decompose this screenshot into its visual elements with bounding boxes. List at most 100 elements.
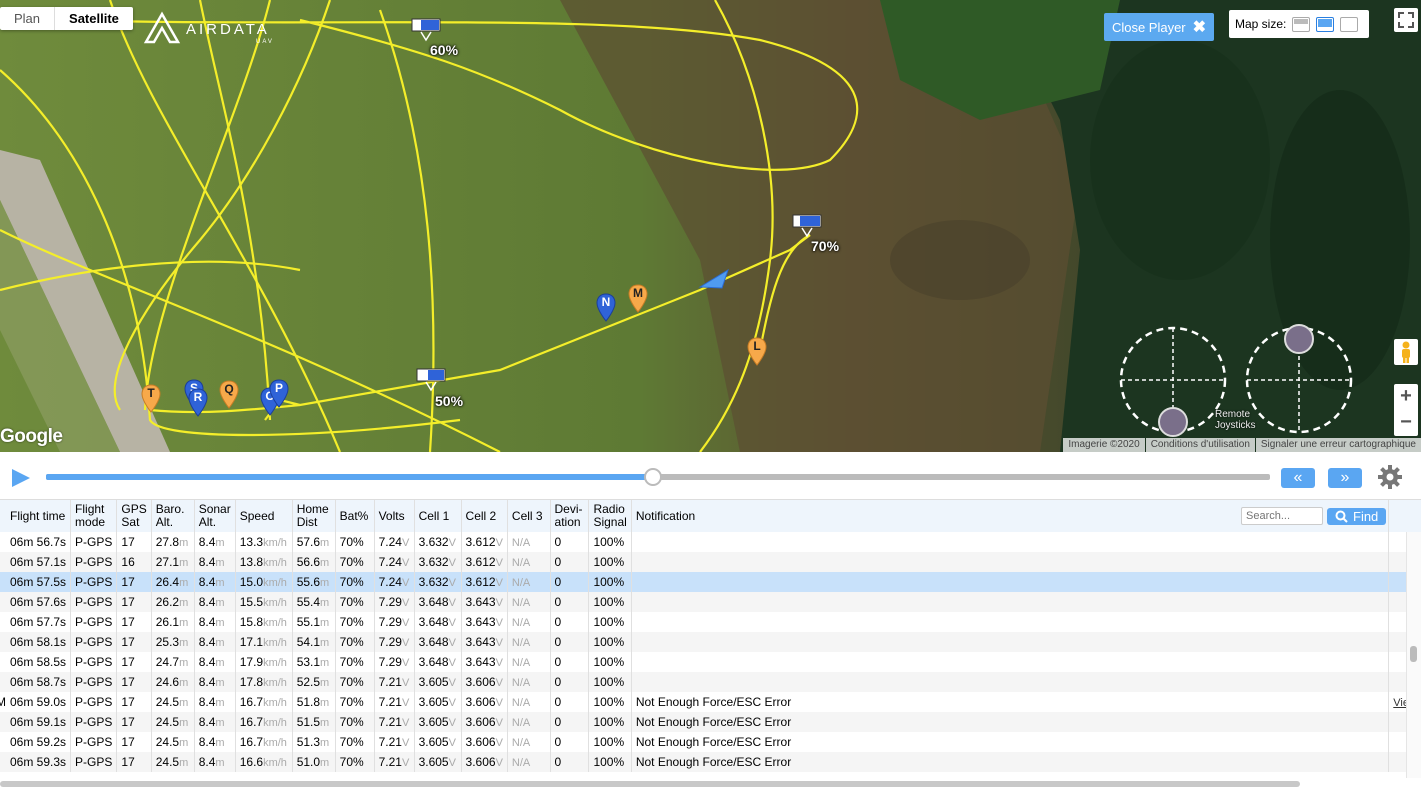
map-size-small-icon[interactable]	[1292, 16, 1311, 32]
cell-baro-alt: 27.8m	[151, 532, 195, 552]
play-icon[interactable]	[10, 467, 32, 489]
col-flight-mode[interactable]: Flight mode	[70, 500, 118, 532]
cell-baro-alt: 26.2m	[151, 592, 195, 612]
col-notification[interactable]: Notification Find	[631, 500, 1390, 532]
find-button[interactable]: Find	[1327, 507, 1387, 525]
zoom-out-button[interactable]: −	[1394, 410, 1418, 436]
close-player-button[interactable]: Close Player ✖	[1104, 13, 1214, 41]
battery-icon	[792, 214, 822, 238]
na-value: N/A	[511, 697, 531, 709]
col-speed[interactable]: Speed	[235, 500, 293, 532]
table-row[interactable]: 06m 59.3s P-GPS 17 24.5m 8.4m 16.6km/h 51.0m 70…	[0, 752, 1421, 772]
unit-label: m	[215, 617, 225, 629]
cell-cell3: N/A	[507, 752, 551, 772]
cell-sonar-alt: 8.4m	[194, 752, 236, 772]
cell-cell1: 3.632V	[414, 532, 462, 552]
cell-volts: 7.24V	[374, 552, 415, 572]
col-cell3[interactable]: Cell 3	[507, 500, 551, 532]
cell-bat: 70%	[335, 752, 375, 772]
table-row[interactable]: 06m 57.1s P-GPS 16 27.1m 8.4m 13.8km/h 56.6m 70…	[0, 552, 1421, 572]
terms-link[interactable]: Conditions d'utilisation	[1145, 438, 1255, 452]
horizontal-scrollbar[interactable]	[0, 781, 1300, 787]
col-cell2[interactable]: Cell 2	[461, 500, 508, 532]
map-size-medium-icon[interactable]	[1316, 16, 1335, 32]
cell-deviation: 0	[550, 572, 590, 592]
cell-value: 7.21	[378, 675, 402, 689]
col-flight-time[interactable]: Flight time	[0, 500, 72, 532]
cell-flight-time: 06m 57.6s	[0, 592, 72, 612]
street-view-button[interactable]	[1394, 339, 1418, 365]
table-row[interactable]: 06m 56.7s P-GPS 17 27.8m 8.4m 13.3km/h 57.6m 70…	[0, 532, 1421, 552]
col-volts[interactable]: Volts	[374, 500, 415, 532]
waypoint-marker-r[interactable]: R	[188, 388, 208, 423]
waypoint-marker-t[interactable]: T	[141, 384, 161, 419]
satellite-map[interactable]: Plan Satellite AIRDATA UAV Close Player …	[0, 0, 1421, 452]
waypoint-marker-q[interactable]: Q	[219, 380, 239, 415]
row-marker-prefix: M	[0, 695, 6, 709]
unit-label: km/h	[263, 657, 287, 669]
zoom-in-button[interactable]: +	[1394, 384, 1418, 410]
waypoint-marker-l[interactable]: L	[747, 337, 767, 372]
table-row[interactable]: 06m 59.2s P-GPS 17 24.5m 8.4m 16.7km/h 51.3m 70…	[0, 732, 1421, 752]
cell-cell2: 3.606V	[461, 732, 508, 752]
cell-cell1: 3.648V	[414, 632, 462, 652]
battery-label: 70%	[811, 238, 840, 254]
cell-value: 8.4	[198, 635, 216, 649]
cell-flight-time: 06m 59.2s	[0, 732, 72, 752]
gear-icon[interactable]	[1377, 464, 1403, 490]
waypoint-marker-p[interactable]: P	[269, 379, 289, 414]
waypoint-marker-m[interactable]: M	[628, 284, 648, 319]
tab-plan[interactable]: Plan	[0, 7, 54, 30]
cell-value: 70%	[339, 695, 364, 709]
table-row[interactable]: 06m 58.7s P-GPS 17 24.6m 8.4m 17.8km/h 52.5m 70…	[0, 672, 1421, 692]
table-row[interactable]: M 06m 59.0s P-GPS 17 24.5m 8.4m 16.7km/h 51.8m 7…	[0, 692, 1421, 712]
col-cell1[interactable]: Cell 1	[414, 500, 462, 532]
unit-label: m	[179, 737, 189, 749]
table-row[interactable]: 06m 58.1s P-GPS 17 25.3m 8.4m 17.1km/h 54.1m 70…	[0, 632, 1421, 652]
cell-cell1: 3.605V	[414, 752, 462, 772]
cell-value: 7.29	[378, 595, 402, 609]
cell-cell3: N/A	[507, 572, 551, 592]
col-baro-alt[interactable]: Baro. Alt.	[151, 500, 195, 532]
table-row[interactable]: 06m 59.1s P-GPS 17 24.5m 8.4m 16.7km/h 51.5m 70…	[0, 712, 1421, 732]
vertical-scrollbar[interactable]	[1410, 646, 1417, 662]
cell-value: 3.606	[465, 715, 496, 729]
col-sonar-alt[interactable]: Sonar Alt.	[194, 500, 236, 532]
waypoint-marker-n[interactable]: N	[596, 293, 616, 328]
zoom-control: + −	[1394, 384, 1418, 436]
cell-value: 55.1	[296, 615, 321, 629]
cell-value: 13.8	[239, 555, 264, 569]
col-home-dist[interactable]: Home Dist	[292, 500, 336, 532]
cell-home-dist: 54.1m	[292, 632, 336, 652]
col-radio-signal[interactable]: Radio Signal	[588, 500, 632, 532]
cell-value: 8.4	[198, 695, 216, 709]
map-size-large-icon[interactable]	[1340, 16, 1359, 32]
timeline-handle[interactable]	[643, 468, 662, 486]
tab-satellite[interactable]: Satellite	[54, 7, 133, 30]
table-row[interactable]: 06m 57.5s P-GPS 17 26.4m 8.4m 15.0km/h 55.6m 70…	[0, 572, 1421, 592]
cell-baro-alt: 24.5m	[151, 712, 195, 732]
cell-notification: Not Enough Force/ESC Error	[631, 712, 1390, 732]
timeline-slider[interactable]	[46, 468, 1270, 486]
cell-baro-alt: 26.4m	[151, 572, 195, 592]
table-row[interactable]: 06m 57.6s P-GPS 17 26.2m 8.4m 15.5km/h 55.4m 70…	[0, 592, 1421, 612]
rewind-button[interactable]: «	[1281, 468, 1315, 488]
table-row[interactable]: 06m 57.7s P-GPS 17 26.1m 8.4m 15.8km/h 55.1m 70…	[0, 612, 1421, 632]
unit-label: m	[179, 717, 189, 729]
table-row[interactable]: 06m 58.5s P-GPS 17 24.7m 8.4m 17.9km/h 53.1m 70…	[0, 652, 1421, 672]
fullscreen-button[interactable]	[1394, 8, 1418, 32]
na-value: N/A	[511, 657, 531, 669]
cell-value: 15.0	[239, 575, 264, 589]
unit-label: V	[448, 757, 456, 769]
search-input[interactable]	[1241, 507, 1323, 525]
cell-sonar-alt: 8.4m	[194, 732, 236, 752]
col-deviation[interactable]: Devi-ation	[550, 500, 590, 532]
col-bat[interactable]: Bat%	[335, 500, 375, 532]
unit-label: V	[448, 737, 456, 749]
report-error-link[interactable]: Signaler une erreur cartographique	[1255, 438, 1421, 452]
cell-value: 8.4	[198, 735, 216, 749]
cell-speed: 15.0km/h	[235, 572, 293, 592]
unit-label: m	[215, 597, 225, 609]
col-gps-sat[interactable]: GPS Sat	[116, 500, 152, 532]
forward-button[interactable]: »	[1328, 468, 1362, 488]
